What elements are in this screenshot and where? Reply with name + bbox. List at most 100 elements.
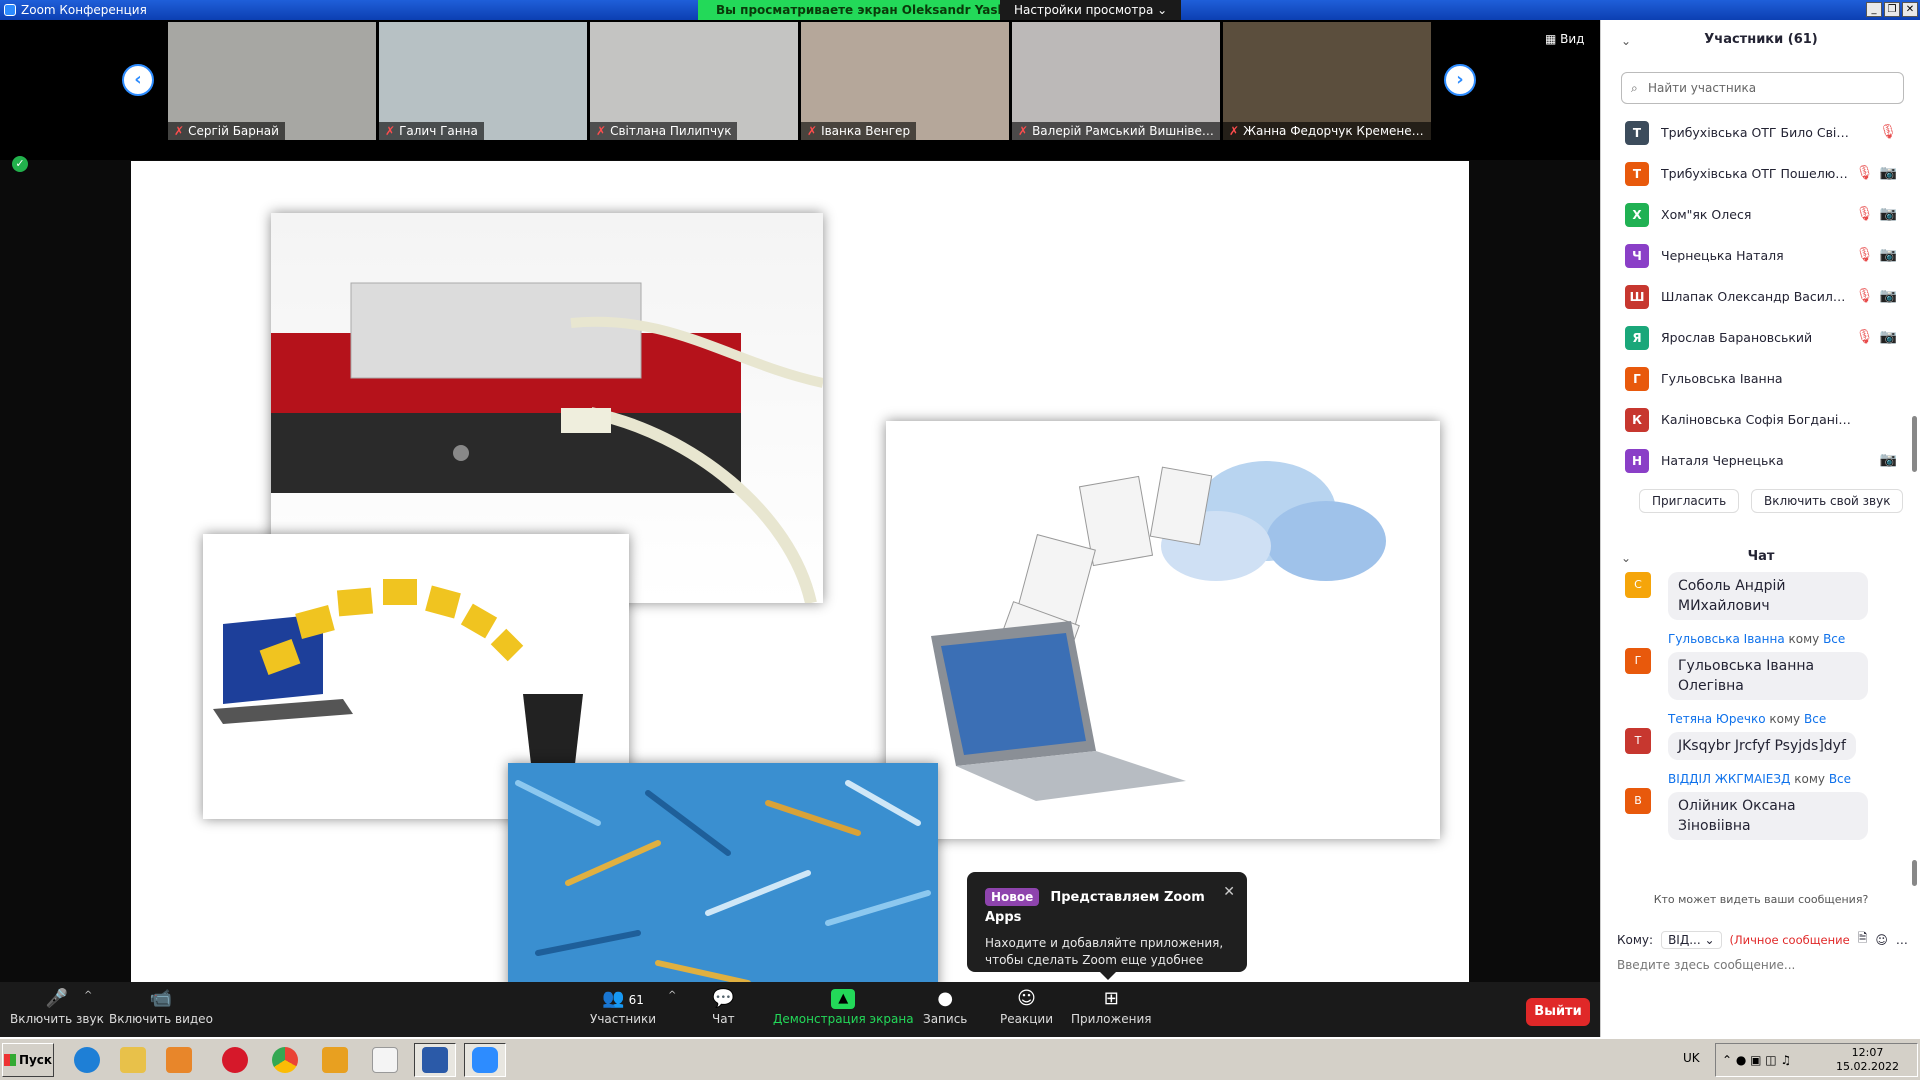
- participant-row[interactable]: Н Наталя Чернецька 📷: [1601, 440, 1911, 481]
- video-tile[interactable]: ✗ Жанна Федорчук Кременець...: [1223, 22, 1431, 140]
- start-button[interactable]: Пуск: [2, 1043, 54, 1077]
- video-tile[interactable]: ✗ Світлана Пилипчук: [590, 22, 798, 140]
- participants-button[interactable]: 👥 61 Участники: [590, 986, 656, 1026]
- participant-row[interactable]: Х Хом"як Олеся 🎙📷: [1601, 194, 1911, 235]
- participant-row[interactable]: Т Трибухівська ОТГ Пошелюжн... 🎙📷: [1601, 153, 1911, 194]
- share-screen-button[interactable]: ▲ Демонстрация экрана: [773, 986, 914, 1026]
- chat-recipient-row: Кому: ВІД... ⌄ (Личное сообщение 🗎 ☺ …: [1617, 929, 1917, 950]
- participant-row[interactable]: Ш Шлапак Олександр Васильович 🎙📷: [1601, 276, 1911, 317]
- participants-scrollbar[interactable]: [1912, 416, 1917, 472]
- private-message-label: (Личное сообщение: [1729, 932, 1850, 947]
- sender-name[interactable]: ВІДДІЛ ЖКГМАІЕЗД: [1668, 772, 1790, 786]
- avatar: Ч: [1625, 243, 1649, 268]
- avatar: Х: [1625, 202, 1649, 227]
- clock[interactable]: 12:07 15.02.2022: [1836, 1046, 1899, 1074]
- video-tile[interactable]: ✗ Валерій Рамський Вишнівець...: [1012, 22, 1220, 140]
- chat-button[interactable]: 💬 Чат: [712, 986, 735, 1026]
- record-button[interactable]: ● Запись: [923, 986, 967, 1026]
- avatar: Г: [1625, 366, 1649, 391]
- avatar: С: [1625, 572, 1651, 598]
- video-tile[interactable]: ✗ Іванка Венгер: [801, 22, 1009, 140]
- participant-row[interactable]: Ч Чернецька Наталя 🎙📷: [1601, 235, 1911, 276]
- popup-close-icon[interactable]: ✕: [1223, 884, 1235, 900]
- avatar: Г: [1625, 648, 1651, 674]
- avatar: Ш: [1625, 284, 1649, 309]
- popup-pointer: [1100, 972, 1116, 980]
- file-icon: [372, 1047, 398, 1073]
- recipient-name[interactable]: Все: [1804, 712, 1826, 726]
- apps-icon: ⊞: [1103, 988, 1119, 1009]
- recipient-name[interactable]: Все: [1823, 632, 1845, 646]
- file-icon[interactable]: 🗎: [1858, 929, 1868, 950]
- sender-name[interactable]: Тетяна Юречко: [1668, 712, 1766, 726]
- chat-message-input[interactable]: Введите здесь сообщение...: [1617, 958, 1907, 972]
- sender-name[interactable]: Гульовська Іванна: [1668, 632, 1785, 646]
- chrome-icon: [272, 1047, 298, 1073]
- language-indicator[interactable]: UK: [1683, 1051, 1700, 1065]
- maximize-button[interactable]: ❐: [1884, 2, 1900, 17]
- taskbar-app-chrome[interactable]: [264, 1043, 306, 1077]
- minimize-button[interactable]: _: [1866, 2, 1882, 17]
- reactions-button[interactable]: ☺ Реакции: [1000, 986, 1053, 1026]
- gallery-next-button[interactable]: ›: [1444, 64, 1476, 96]
- participants-count: 61: [628, 993, 644, 1007]
- taskbar-app-opera[interactable]: [214, 1043, 256, 1077]
- emoji-icon[interactable]: ☺: [1875, 933, 1888, 947]
- participant-list: ТТрибухівська ОТГ Било Світлана ...🎙 ТТр…: [1601, 112, 1911, 481]
- view-options-menu[interactable]: Настройки просмотра ⌄: [1000, 0, 1182, 20]
- audio-options-caret[interactable]: ^: [84, 990, 92, 1001]
- tile-name: ✗ Жанна Федорчук Кременець...: [1223, 122, 1431, 140]
- participants-header: Участники (61): [1704, 32, 1818, 47]
- more-options-icon[interactable]: …: [1896, 933, 1908, 947]
- tile-name: ✗ Сергій Барнай: [168, 122, 285, 140]
- recipient-select[interactable]: ВІД... ⌄: [1661, 930, 1722, 949]
- taskbar-app-word[interactable]: [414, 1043, 456, 1077]
- video-gallery-strip: ‹ ✗ Сергій Барнай ✗ Галич Ганна ✗ Світлана …: [0, 20, 1600, 160]
- mic-video-off-icon: 🎙📷: [1855, 247, 1903, 263]
- folder-icon: [120, 1047, 146, 1073]
- tile-name: ✗ Галич Ганна: [379, 122, 484, 140]
- tile-name: ✗ Іванка Венгер: [801, 122, 917, 140]
- chat-scrollbar[interactable]: [1912, 860, 1917, 886]
- message-meta: Гульовська Іванна кому Все: [1668, 632, 1846, 646]
- gallery-prev-button[interactable]: ‹: [122, 64, 154, 96]
- mic-off-icon: ✗: [807, 124, 818, 138]
- participant-row[interactable]: Г Гульовська Іванна: [1601, 358, 1911, 399]
- apps-button[interactable]: ⊞ Приложения: [1071, 986, 1152, 1026]
- taskbar-app-reader[interactable]: [314, 1043, 356, 1077]
- participant-row[interactable]: ТТрибухівська ОТГ Било Світлана ...🎙: [1601, 112, 1911, 153]
- participants-options-caret[interactable]: ^: [668, 990, 676, 1001]
- recipient-name[interactable]: Все: [1829, 772, 1851, 786]
- meeting-area: ‹ ✗ Сергій Барнай ✗ Галич Ганна ✗ Світлана …: [0, 20, 1600, 984]
- participant-row[interactable]: К Каліновська Софія Богданівна: [1601, 399, 1911, 440]
- windows-taskbar: Пуск UK ⌃ ● ▣ ◫ ♫ 12:07 15.02.2022: [0, 1037, 1920, 1080]
- tile-name: ✗ Валерій Рамський Вишнівець...: [1012, 122, 1220, 140]
- invite-button[interactable]: Пригласить: [1639, 489, 1740, 513]
- taskbar-app-media-player[interactable]: [158, 1043, 200, 1077]
- taskbar-app-file[interactable]: [364, 1043, 406, 1077]
- shredded-paper-image: [508, 763, 938, 984]
- start-video-button[interactable]: 📹 Включить видео: [109, 986, 213, 1026]
- video-tile[interactable]: ✗ Галич Ганна: [379, 22, 587, 140]
- mic-off-icon: ✗: [385, 124, 396, 138]
- zoom-apps-popup: Новое Представляем Zoom Apps ✕ Находите …: [967, 872, 1247, 972]
- leave-meeting-button[interactable]: Выйти: [1526, 998, 1590, 1026]
- taskbar-app-ie[interactable]: [66, 1043, 108, 1077]
- chat-message: Г Гульовська Іванна кому Все Гульовська …: [1601, 632, 1911, 700]
- taskbar-app-explorer[interactable]: [112, 1043, 154, 1077]
- view-button[interactable]: ▦ Вид: [1545, 32, 1584, 46]
- video-tile[interactable]: ✗ Сергій Барнай: [168, 22, 376, 140]
- ie-icon: [74, 1047, 100, 1073]
- avatar: Т: [1625, 161, 1649, 186]
- zoom-icon: [472, 1047, 498, 1073]
- taskbar-app-zoom[interactable]: [464, 1043, 506, 1077]
- who-can-see-link[interactable]: Кто может видеть ваши сообщения?: [1601, 893, 1920, 906]
- mic-video-off-icon: 🎙📷: [1855, 288, 1903, 304]
- participant-search-input[interactable]: ⌕ Найти участника: [1621, 72, 1904, 104]
- tray-icons[interactable]: ⌃ ● ▣ ◫ ♫: [1722, 1053, 1791, 1067]
- reader-icon: [322, 1047, 348, 1073]
- encryption-shield-icon[interactable]: ✓: [12, 156, 28, 172]
- close-window-button[interactable]: ✕: [1902, 2, 1918, 17]
- unmute-me-button[interactable]: Включить свой звук: [1751, 489, 1904, 513]
- participant-row[interactable]: Я Ярослав Барановський 🎙📷: [1601, 317, 1911, 358]
